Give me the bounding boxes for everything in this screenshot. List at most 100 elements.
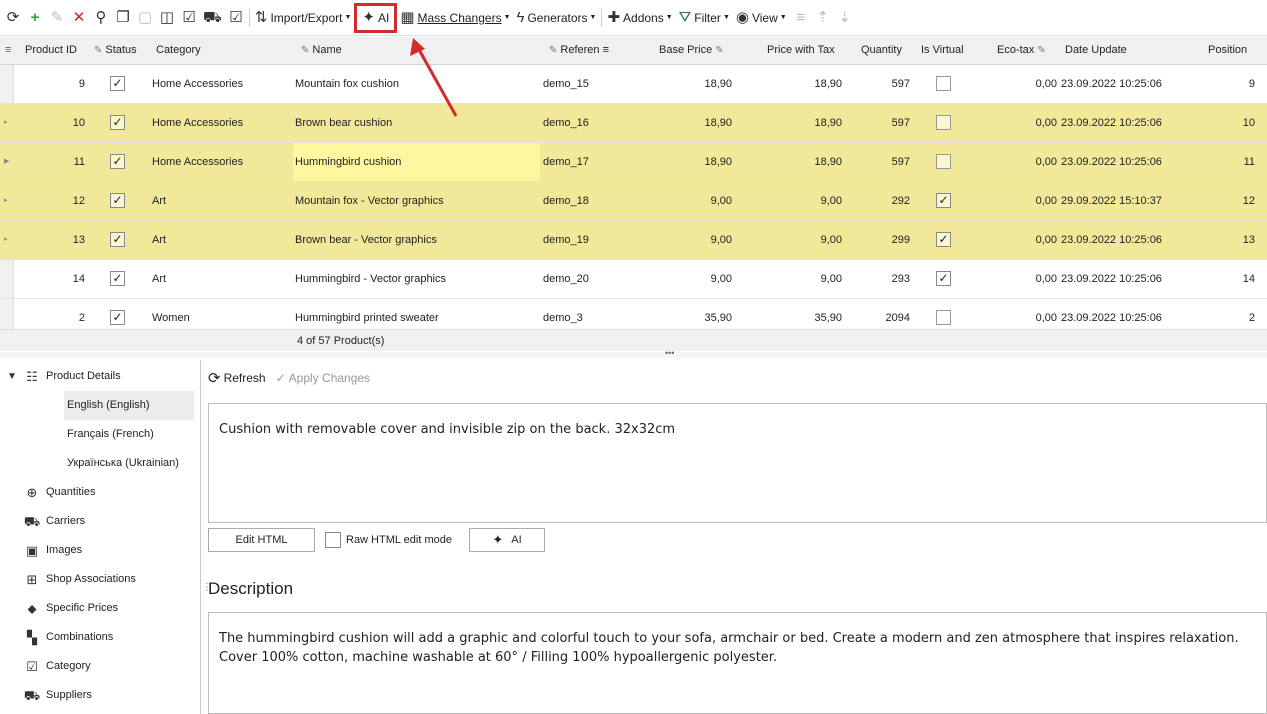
cell-virtual-checkbox[interactable]: ✓ bbox=[936, 193, 951, 208]
cell-reference[interactable]: demo_19 bbox=[543, 221, 643, 259]
cell-name[interactable]: Brown bear cushion bbox=[293, 104, 540, 142]
duplicate-button[interactable]: ◫ bbox=[156, 5, 178, 31]
ai-button[interactable]: ✦ AI bbox=[354, 2, 398, 33]
col-date-update[interactable]: Date Update bbox=[1065, 37, 1127, 65]
add-button[interactable]: + bbox=[24, 5, 46, 31]
tree-product-details[interactable]: ▼ ☷ Product Details bbox=[0, 362, 200, 391]
cell-category[interactable]: Home Accessories bbox=[152, 65, 292, 103]
edit-button[interactable]: ✎ bbox=[46, 5, 68, 31]
cell-status-checkbox[interactable]: ✓ bbox=[110, 76, 125, 91]
raw-html-checkbox[interactable] bbox=[325, 532, 341, 548]
table-row[interactable]: ▸ 12 ✓ Art Mountain fox - Vector graphics dem… bbox=[0, 182, 1267, 221]
table-row[interactable]: 14 ✓ Art Hummingbird - Vector graphics demo_… bbox=[0, 260, 1267, 299]
cell-virtual-checkbox[interactable]: ✓ bbox=[936, 271, 951, 286]
cell-price-tax[interactable]: 9,00 bbox=[750, 221, 842, 259]
cell-name[interactable]: Hummingbird - Vector graphics bbox=[293, 260, 540, 298]
table-row[interactable]: ▶ 11 ✓ Home Accessories Hummingbird cushion d… bbox=[0, 143, 1267, 182]
filter-menu[interactable]: ⛛ Filter ▼ bbox=[676, 5, 733, 31]
tree-images[interactable]: ▣ Images bbox=[0, 536, 200, 565]
cell-product-id[interactable]: 10 bbox=[20, 104, 85, 142]
cell-date-update[interactable]: 23.09.2022 10:25:06 bbox=[1061, 260, 1171, 298]
sort-button[interactable]: ≡ bbox=[790, 5, 812, 31]
cell-name[interactable]: Brown bear - Vector graphics bbox=[293, 221, 540, 259]
column-chooser-icon[interactable]: ≡ bbox=[5, 37, 11, 65]
cell-price-tax[interactable]: 18,90 bbox=[750, 65, 842, 103]
cell-category[interactable]: Art bbox=[152, 260, 292, 298]
cell-base-price[interactable]: 9,00 bbox=[650, 260, 732, 298]
col-reference[interactable]: ✎ Referen ≡ bbox=[549, 37, 609, 65]
table-row[interactable]: ▸ 13 ✓ Art Brown bear - Vector graphics demo_… bbox=[0, 221, 1267, 260]
tree-combinations[interactable]: ▚ Combinations bbox=[0, 623, 200, 652]
cell-status-checkbox[interactable]: ✓ bbox=[110, 154, 125, 169]
cell-category[interactable]: Art bbox=[152, 182, 292, 220]
cell-base-price[interactable]: 18,90 bbox=[650, 104, 732, 142]
tree-quantities[interactable]: ⊕ Quantities bbox=[0, 478, 200, 507]
tree-specific-prices[interactable]: ⬥ Specific Prices bbox=[0, 594, 200, 623]
col-base-price[interactable]: Base Price ✎ bbox=[659, 37, 727, 65]
cell-virtual-checkbox[interactable] bbox=[936, 115, 951, 130]
import-export-menu[interactable]: ⇅ Import/Export ▼ bbox=[252, 5, 355, 31]
col-eco-tax[interactable]: Eco-tax ✎ bbox=[997, 37, 1049, 65]
cell-date-update[interactable]: 23.09.2022 10:25:06 bbox=[1061, 65, 1171, 103]
cell-name[interactable]: Mountain fox - Vector graphics bbox=[293, 182, 540, 220]
cell-product-id[interactable]: 9 bbox=[20, 65, 85, 103]
col-position[interactable]: Position bbox=[1208, 37, 1247, 65]
short-description-editor[interactable]: Cushion with removable cover and invisib… bbox=[208, 403, 1267, 523]
cell-reference[interactable]: demo_17 bbox=[543, 143, 643, 181]
col-price-tax[interactable]: Price with Tax bbox=[767, 37, 835, 65]
move-up-button[interactable]: ⇡ bbox=[812, 5, 834, 31]
cell-position[interactable]: 12 bbox=[1200, 182, 1255, 220]
cell-date-update[interactable]: 23.09.2022 10:25:06 bbox=[1061, 143, 1171, 181]
cell-status-checkbox[interactable]: ✓ bbox=[110, 115, 125, 130]
detail-refresh-button[interactable]: ⟳ Refresh bbox=[208, 369, 266, 387]
cell-product-id[interactable]: 14 bbox=[20, 260, 85, 298]
tree-lang-ukrainian[interactable]: Українська (Ukrainian) bbox=[64, 449, 194, 478]
cell-status-checkbox[interactable]: ✓ bbox=[110, 271, 125, 286]
col-product-id[interactable]: Product ID bbox=[25, 37, 77, 65]
cell-virtual-checkbox[interactable]: ✓ bbox=[936, 232, 951, 247]
description-editor[interactable]: The hummingbird cushion will add a graph… bbox=[208, 612, 1267, 714]
cell-product-id[interactable]: 13 bbox=[20, 221, 85, 259]
cell-reference[interactable]: demo_15 bbox=[543, 65, 643, 103]
col-status[interactable]: ✎ Status bbox=[94, 37, 137, 65]
cell-position[interactable]: 9 bbox=[1200, 65, 1255, 103]
cell-eco-tax[interactable]: 0,00 bbox=[1000, 260, 1057, 298]
table-row[interactable]: ▸ 10 ✓ Home Accessories Brown bear cushion de… bbox=[0, 104, 1267, 143]
cell-base-price[interactable]: 18,90 bbox=[650, 65, 732, 103]
tree-suppliers[interactable]: ⛟ Suppliers bbox=[0, 681, 200, 710]
cell-category[interactable]: Home Accessories bbox=[152, 143, 292, 181]
cell-quantity[interactable]: 292 bbox=[850, 182, 910, 220]
edit-html-button[interactable]: Edit HTML bbox=[208, 528, 315, 552]
tree-category[interactable]: ☑ Category bbox=[0, 652, 200, 681]
cell-date-update[interactable]: 29.09.2022 15:10:37 bbox=[1061, 182, 1171, 220]
cell-eco-tax[interactable]: 0,00 bbox=[1000, 182, 1057, 220]
cell-category[interactable]: Home Accessories bbox=[152, 104, 292, 142]
table-row[interactable]: 9 ✓ Home Accessories Mountain fox cushion de… bbox=[0, 65, 1267, 104]
tree-lang-french[interactable]: Français (French) bbox=[64, 420, 194, 449]
tree-lang-english[interactable]: English (English) bbox=[64, 391, 194, 420]
delete-button[interactable]: ✕ bbox=[68, 5, 90, 31]
cell-virtual-checkbox[interactable] bbox=[936, 154, 951, 169]
col-quantity[interactable]: Quantity bbox=[861, 37, 902, 65]
cell-virtual-checkbox[interactable] bbox=[936, 76, 951, 91]
cell-base-price[interactable]: 9,00 bbox=[650, 221, 732, 259]
cell-status-checkbox[interactable]: ✓ bbox=[110, 193, 125, 208]
addons-menu[interactable]: ✚ Addons ▼ bbox=[604, 5, 675, 31]
cell-eco-tax[interactable]: 0,00 bbox=[1000, 65, 1057, 103]
cell-quantity[interactable]: 293 bbox=[850, 260, 910, 298]
cell-name[interactable]: Mountain fox cushion bbox=[293, 65, 540, 103]
paste-button[interactable]: ▢ bbox=[134, 5, 156, 31]
mass-changers-menu[interactable]: ▦ Mass Changers ▼ bbox=[397, 5, 513, 31]
generators-menu[interactable]: ϟ Generators ▼ bbox=[514, 5, 600, 31]
approve-button[interactable]: ☑ bbox=[225, 5, 247, 31]
search-button[interactable]: ⚲ bbox=[90, 5, 112, 31]
cell-price-tax[interactable]: 18,90 bbox=[750, 143, 842, 181]
move-down-button[interactable]: ⇣ bbox=[834, 5, 856, 31]
cell-eco-tax[interactable]: 0,00 bbox=[1000, 221, 1057, 259]
cell-base-price[interactable]: 18,90 bbox=[650, 143, 732, 181]
tree-shop-associations[interactable]: ⊞ Shop Associations bbox=[0, 565, 200, 594]
panel-splitter[interactable]: ••• bbox=[0, 348, 1267, 358]
cell-position[interactable]: 14 bbox=[1200, 260, 1255, 298]
cell-quantity[interactable]: 597 bbox=[850, 143, 910, 181]
cell-product-id[interactable]: 11 bbox=[20, 143, 85, 181]
